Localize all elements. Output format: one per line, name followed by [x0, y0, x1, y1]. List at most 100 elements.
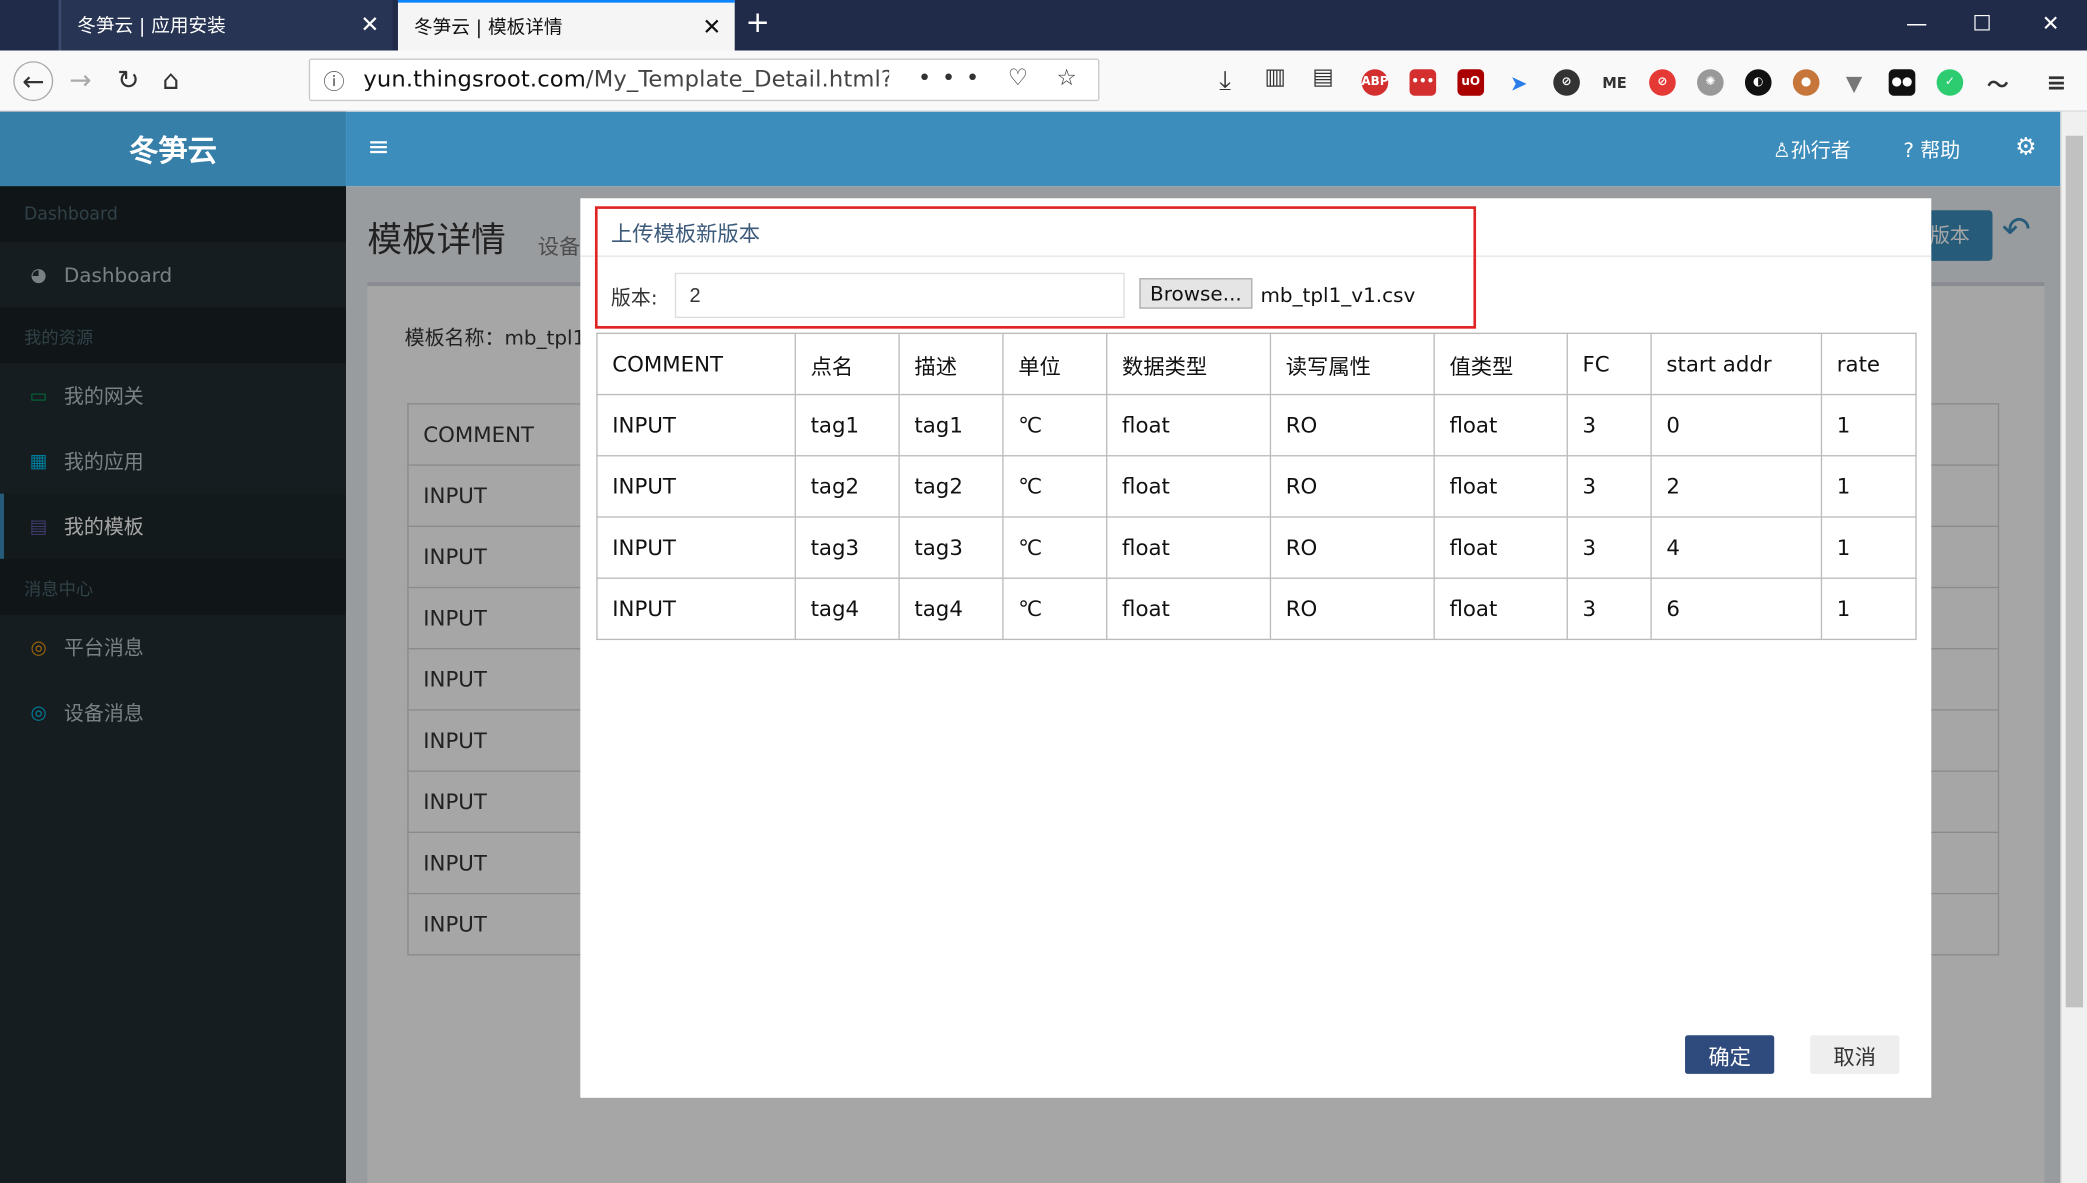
table-cell: 6 — [1650, 577, 1823, 641]
table-cell: float — [1106, 577, 1272, 641]
table-row: INPUT tag2 tag2 ℃ float RO float 3 2 1 — [596, 455, 1917, 518]
table-cell: 3 — [1566, 516, 1652, 579]
table-row: INPUT tag4 tag4 ℃ float RO float 3 6 1 — [596, 577, 1917, 641]
cookie-icon[interactable]: ● — [1792, 69, 1820, 96]
table-cell: float — [1433, 393, 1568, 457]
browser-tab-template-detail[interactable]: 冬笋云 | 模板详情 ✕ — [397, 0, 735, 51]
more-icon[interactable]: ••• — [918, 65, 990, 92]
table-cell: 4 — [1650, 516, 1823, 579]
table-cell: 0 — [1650, 393, 1823, 457]
tampermonkey-icon[interactable]: ●● — [1888, 69, 1916, 96]
lastpass-icon[interactable]: ••• — [1409, 69, 1437, 96]
table-cell: float — [1433, 577, 1568, 641]
page-actions[interactable]: ••• ♡ ☆ — [918, 65, 1088, 92]
page-scrollbar[interactable] — [2060, 111, 2087, 1183]
table-cell: 1 — [1820, 577, 1917, 641]
table-cell: tag2 — [794, 455, 900, 518]
cursor-icon[interactable]: ➤ — [1505, 69, 1532, 96]
info-icon[interactable]: ⓘ — [323, 64, 344, 96]
table-cell: 1 — [1820, 393, 1917, 457]
table-cell: tag1 — [794, 393, 900, 457]
minimize-icon[interactable]: — — [1906, 11, 1927, 36]
ublock-icon[interactable]: uO — [1457, 69, 1485, 96]
table-row: INPUT tag1 tag1 ℃ float RO float 3 0 1 — [596, 393, 1917, 457]
adblock-icon[interactable]: ABP — [1361, 69, 1389, 96]
speed-dial-icon[interactable]: ⊘ — [1553, 69, 1580, 96]
reload-icon[interactable]: ↻ — [117, 64, 139, 96]
user-menu[interactable]: ♙孙行者 — [1773, 136, 1851, 164]
table-cell: float — [1433, 516, 1568, 579]
check-ext-icon[interactable]: ✓ — [1936, 69, 1964, 96]
window-close-icon[interactable]: ✕ — [2042, 11, 2060, 36]
table-cell: ℃ — [1002, 577, 1108, 641]
download-icon[interactable]: ⤓ — [1219, 64, 1231, 96]
table-cell: ℃ — [1002, 393, 1108, 457]
dark-ext-icon[interactable]: ◐ — [1744, 69, 1772, 96]
table-cell: INPUT — [596, 393, 796, 457]
table-cell: RO — [1269, 455, 1435, 518]
block-icon[interactable]: ⊘ — [1649, 69, 1676, 96]
table-cell: ℃ — [1002, 516, 1108, 579]
browse-button[interactable]: Browse... — [1139, 278, 1253, 309]
table-cell: INPUT — [596, 516, 796, 579]
table-cell: INPUT — [596, 455, 796, 518]
maximize-icon[interactable]: ☐ — [1973, 11, 1992, 36]
table-cell: RO — [1269, 577, 1435, 641]
table-row: INPUT tag3 tag3 ℃ float RO float 3 4 1 — [596, 516, 1917, 579]
column-header: 单位 — [1002, 332, 1108, 396]
table-cell: INPUT — [596, 577, 796, 641]
user-icon: ♙ — [1772, 138, 1791, 163]
table-cell: float — [1433, 455, 1568, 518]
home-icon[interactable]: ⌂ — [162, 64, 179, 96]
column-header: 值类型 — [1433, 332, 1568, 396]
brand-logo[interactable]: 冬笋云 — [0, 111, 347, 187]
settings-ext-icon[interactable]: ✺ — [1697, 69, 1724, 96]
column-header: 描述 — [898, 332, 1004, 396]
tab-title: 冬笋云 | 应用安装 — [77, 15, 226, 38]
table-cell: tag3 — [898, 516, 1004, 579]
help-link[interactable]: ? 帮助 — [1903, 136, 1960, 164]
close-tab-icon[interactable]: ✕ — [360, 12, 379, 39]
table-cell: 1 — [1820, 455, 1917, 518]
forward-icon[interactable]: → — [69, 64, 91, 96]
confirm-button[interactable]: 确定 — [1685, 1035, 1775, 1074]
table-cell: tag2 — [898, 455, 1004, 518]
version-input[interactable] — [674, 272, 1125, 319]
back-icon[interactable]: ← — [13, 61, 54, 102]
version-label: 版本: — [610, 286, 658, 311]
modal-backdrop-sidebar[interactable] — [0, 186, 347, 1183]
vue-icon[interactable]: ▼ — [1841, 69, 1868, 96]
hamburger-menu-icon[interactable]: ≡ — [2043, 69, 2070, 97]
gear-icon[interactable]: ⚙ — [2015, 133, 2036, 161]
screen: 冬笋云 | 应用安装 ✕ 冬笋云 | 模板详情 ✕ + — ☐ ✕ ← → ↻ … — [0, 0, 2087, 1183]
cancel-button[interactable]: 取消 — [1810, 1035, 1900, 1074]
bookmark-star-icon[interactable]: ☆ — [1056, 65, 1087, 92]
new-tab-icon[interactable]: + — [745, 7, 770, 40]
column-header: 读写属性 — [1269, 332, 1435, 396]
column-header: start addr — [1650, 332, 1823, 396]
table-cell: 2 — [1650, 455, 1823, 518]
table-cell: 3 — [1566, 455, 1652, 518]
browser-tab-bar: 冬笋云 | 应用安装 ✕ 冬笋云 | 模板详情 ✕ + — ☐ ✕ — [0, 0, 2087, 51]
scrollbar-thumb[interactable] — [2065, 135, 2084, 1008]
menu-toggle-icon[interactable]: ≡ — [367, 130, 389, 162]
question-icon: ? — [1903, 138, 1914, 163]
selected-file-name: mb_tpl1_v1.csv — [1260, 283, 1416, 308]
close-tab-icon[interactable]: ✕ — [702, 15, 721, 42]
url-text[interactable]: yun.thingsroot.com/My_Template_Detail.ht… — [363, 67, 889, 94]
column-header: COMMENT — [596, 332, 796, 396]
table-cell: RO — [1269, 393, 1435, 457]
table-cell: tag1 — [898, 393, 1004, 457]
table-cell: tag4 — [794, 577, 900, 641]
pocket-icon[interactable]: ♡ — [1008, 65, 1039, 92]
me-icon[interactable]: ME — [1601, 69, 1628, 96]
table-cell: float — [1106, 393, 1272, 457]
sidebar-toggle-icon[interactable]: ▤ — [1312, 64, 1333, 91]
browser-tab-app-install[interactable]: 冬笋云 | 应用安装 ✕ — [58, 0, 393, 51]
cast-icon[interactable]: 〜 — [1985, 69, 2012, 97]
library-icon[interactable]: ▥ — [1264, 64, 1285, 91]
column-header: FC — [1566, 332, 1652, 396]
table-cell: ℃ — [1002, 455, 1108, 518]
browser-nav-bar: ← → ↻ ⌂ ⓘ yun.thingsroot.com/My_Template… — [0, 50, 2087, 112]
url-bar[interactable]: ⓘ yun.thingsroot.com/My_Template_Detail.… — [308, 58, 1100, 102]
